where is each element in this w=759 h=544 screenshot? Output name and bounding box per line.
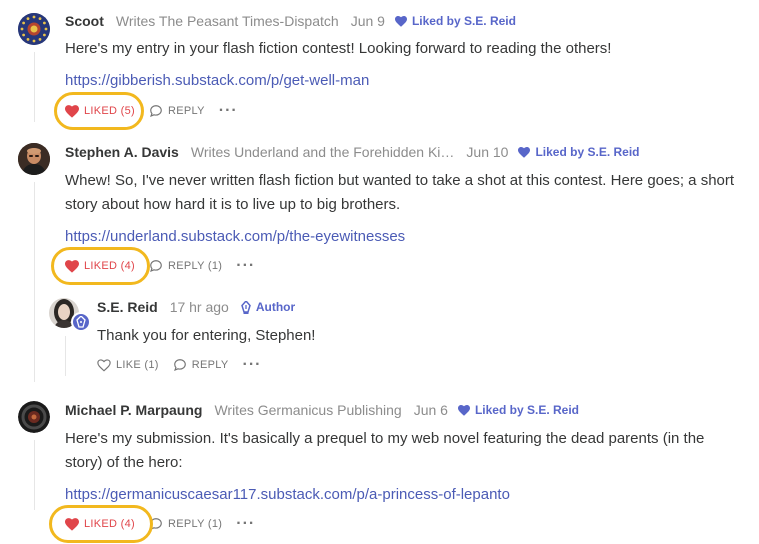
avatar[interactable] bbox=[18, 13, 50, 45]
author-name[interactable]: Stephen A. Davis bbox=[65, 144, 179, 160]
publication-name[interactable]: Writes Germanicus Publishing bbox=[214, 402, 401, 418]
author-name[interactable]: Scoot bbox=[65, 13, 104, 29]
thread-line bbox=[34, 52, 35, 122]
author-badge: Author bbox=[241, 300, 295, 314]
comment-date[interactable]: Jun 6 bbox=[414, 402, 448, 418]
comment-bubble-icon bbox=[150, 105, 162, 117]
heart-icon bbox=[518, 146, 531, 158]
comment-actions: LIKED (5) REPLY ··· bbox=[65, 103, 238, 119]
comment-body-line: story about how hard it is to live up to… bbox=[65, 196, 401, 213]
avatar[interactable] bbox=[18, 143, 50, 175]
comment-header: S.E. Reid 17 hr ago Author bbox=[97, 299, 295, 315]
heart-outline-icon bbox=[97, 358, 111, 372]
heart-filled-icon bbox=[65, 104, 79, 118]
like-button[interactable]: LIKE (1) bbox=[97, 358, 159, 372]
comment-header: Michael P. Marpaung Writes Germanicus Pu… bbox=[65, 402, 579, 418]
like-label: LIKED (5) bbox=[84, 105, 135, 117]
more-options-icon[interactable]: ··· bbox=[236, 516, 255, 532]
comment-bubble-icon bbox=[173, 359, 186, 371]
comment-actions: LIKED (4) REPLY (1) ··· bbox=[65, 258, 255, 274]
liked-by-label: Liked by S.E. Reid bbox=[474, 403, 579, 417]
liked-by-author-badge: Liked by S.E. Reid bbox=[394, 14, 516, 28]
comment-body: Thank you for entering, Stephen! bbox=[97, 327, 316, 344]
fountain-pen-icon bbox=[241, 300, 251, 314]
comment-bubble-icon bbox=[150, 518, 162, 530]
publication-name[interactable]: Writes The Peasant Times-Dispatch bbox=[116, 13, 339, 29]
reply-button[interactable]: REPLY bbox=[173, 358, 229, 372]
reply-button[interactable]: REPLY (1) bbox=[149, 259, 222, 273]
thread-line bbox=[34, 440, 35, 510]
heart-icon bbox=[457, 404, 470, 416]
more-options-icon[interactable]: ··· bbox=[243, 357, 262, 373]
comment-header: Scoot Writes The Peasant Times-Dispatch … bbox=[65, 13, 516, 29]
publication-name[interactable]: Writes Underland and the Forehidden Ki… bbox=[191, 144, 455, 160]
reply-button[interactable]: REPLY bbox=[149, 104, 205, 118]
comment-link[interactable]: https://gibberish.substack.com/p/get-wel… bbox=[65, 72, 369, 89]
reply-label: REPLY (1) bbox=[168, 260, 223, 272]
comment-body: Here's my entry in your flash fiction co… bbox=[65, 40, 612, 57]
reply-label: REPLY bbox=[191, 359, 229, 371]
like-label: LIKED (4) bbox=[84, 260, 135, 272]
comment-date[interactable]: Jun 10 bbox=[466, 144, 508, 160]
reply-button[interactable]: REPLY (1) bbox=[149, 517, 222, 531]
heart-filled-icon bbox=[65, 517, 79, 531]
liked-by-author-badge: Liked by S.E. Reid bbox=[518, 145, 640, 159]
author-badge-icon bbox=[71, 312, 91, 332]
comment-actions: LIKED (4) REPLY (1) ··· bbox=[65, 516, 255, 532]
reply-label: REPLY (1) bbox=[168, 518, 223, 530]
comment-header: Stephen A. Davis Writes Underland and th… bbox=[65, 144, 640, 160]
liked-by-label: Liked by S.E. Reid bbox=[411, 14, 516, 28]
comment-bubble-icon bbox=[150, 260, 162, 272]
comment-body-line: Here's my submission. It's basically a p… bbox=[65, 430, 705, 447]
like-button[interactable]: LIKED (5) bbox=[65, 104, 135, 118]
like-label: LIKED (4) bbox=[84, 518, 135, 530]
comment-link[interactable]: https://underland.substack.com/p/the-eye… bbox=[65, 228, 405, 245]
like-button[interactable]: LIKED (4) bbox=[65, 517, 135, 531]
comment-actions: LIKE (1) REPLY ··· bbox=[97, 357, 262, 373]
comment-body-line: story) of the hero: bbox=[65, 454, 183, 471]
liked-by-label: Liked by S.E. Reid bbox=[535, 145, 640, 159]
like-button[interactable]: LIKED (4) bbox=[65, 259, 135, 273]
author-badge-label: Author bbox=[255, 300, 296, 314]
author-name[interactable]: S.E. Reid bbox=[97, 299, 158, 315]
comment-body-line: Whew! So, I've never written flash ficti… bbox=[65, 172, 735, 189]
thread-line bbox=[65, 336, 66, 376]
comment-link[interactable]: https://germanicuscaesar117.substack.com… bbox=[65, 486, 510, 503]
like-label: LIKE (1) bbox=[116, 359, 159, 371]
more-options-icon[interactable]: ··· bbox=[236, 258, 255, 274]
reply-label: REPLY bbox=[168, 105, 205, 117]
heart-icon bbox=[394, 15, 407, 27]
heart-filled-icon bbox=[65, 259, 79, 273]
avatar[interactable] bbox=[18, 401, 50, 433]
author-name[interactable]: Michael P. Marpaung bbox=[65, 402, 202, 418]
more-options-icon[interactable]: ··· bbox=[219, 103, 238, 119]
comment-date[interactable]: 17 hr ago bbox=[170, 299, 229, 315]
thread-line bbox=[34, 182, 35, 382]
comment-date[interactable]: Jun 9 bbox=[351, 13, 385, 29]
liked-by-author-badge: Liked by S.E. Reid bbox=[457, 403, 579, 417]
